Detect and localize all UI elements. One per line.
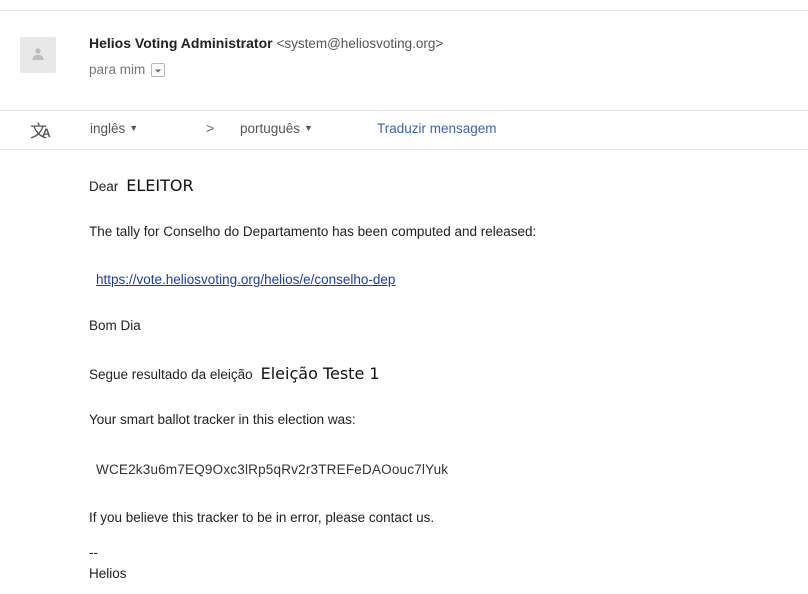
translate-message-link[interactable]: Traduzir mensagem <box>377 121 497 136</box>
translate-icon: 文 A <box>30 122 51 142</box>
target-language-label: português <box>240 121 301 136</box>
sender-name[interactable]: Helios Voting Administrator <box>89 35 273 51</box>
recipient-label: para mim <box>89 62 146 77</box>
source-language-select[interactable]: inglês ▼ <box>90 121 138 136</box>
caret-down-icon: ▼ <box>129 123 139 133</box>
greeting-line: Dear ELEITOR <box>89 176 194 195</box>
translate-bar: 文 A inglês ▼ > português ▼ Traduzir mensag… <box>0 110 808 150</box>
result-prefix: Segue resultado da eleição <box>89 367 253 382</box>
signature-separator: -- <box>89 545 98 560</box>
caret-down-icon: ▼ <box>304 123 313 133</box>
voter-name: ELEITOR <box>126 176 194 195</box>
tracker-intro-line: Your smart ballot tracker in this electi… <box>89 412 356 427</box>
greeting: Dear <box>89 179 119 194</box>
person-icon <box>31 47 45 64</box>
top-divider <box>0 10 808 11</box>
ballot-tracker-value: WCE2k3u6m7EQ9Oxc3lRp5qRv2r3TREFeDAOouc7l… <box>96 462 449 477</box>
election-url-line: https://vote.heliosvoting.org/helios/e/c… <box>96 272 395 287</box>
chevron-down-icon <box>154 62 162 77</box>
show-details-button[interactable] <box>151 62 166 77</box>
sender-email: <system@heliosvoting.org> <box>276 36 444 51</box>
error-note-line: If you believe this tracker to be in err… <box>89 510 435 525</box>
signature: Helios <box>89 566 127 581</box>
target-language-select[interactable]: português ▼ <box>240 121 313 136</box>
source-language-label: inglês <box>90 121 126 136</box>
sender-avatar[interactable] <box>20 37 56 73</box>
good-day-line: Bom Dia <box>89 318 141 333</box>
tally-line: The tally for Conselho do Departamento h… <box>89 224 537 239</box>
election-name: Eleição Teste 1 <box>260 364 380 383</box>
language-separator: > <box>206 120 215 136</box>
result-line: Segue resultado da eleição Eleição Teste … <box>89 364 380 383</box>
sender-line: Helios Voting Administrator <system@heli… <box>89 35 443 51</box>
recipient-line: para mim <box>89 62 166 77</box>
election-link[interactable]: https://vote.heliosvoting.org/helios/e/c… <box>96 272 395 287</box>
